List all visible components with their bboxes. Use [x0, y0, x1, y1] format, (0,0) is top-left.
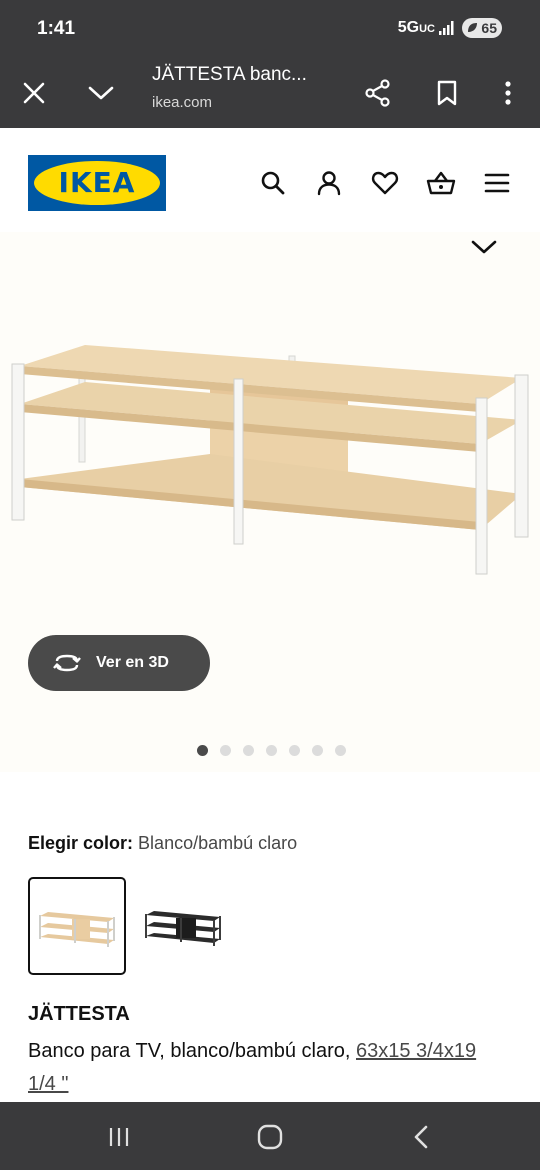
network-label: 5GUC: [398, 19, 435, 37]
chevron-down-icon[interactable]: [470, 236, 498, 258]
recent-apps-icon: [109, 1128, 129, 1146]
back-icon: [414, 1125, 428, 1149]
carousel-dot[interactable]: [289, 745, 300, 756]
tv-bench-illustration: [11, 345, 529, 575]
network-sub: UC: [419, 23, 435, 35]
signal-icon: [439, 21, 454, 35]
more-options-button[interactable]: [488, 73, 528, 113]
user-icon: [317, 171, 341, 196]
page-title: JÄTTESTA banc...: [152, 64, 307, 85]
hamburger-menu-icon: [484, 173, 510, 193]
status-indicators: 5GUC 65: [398, 18, 502, 38]
bookmark-icon: [437, 80, 457, 106]
swatch-image-black: [145, 911, 221, 946]
expand-button[interactable]: [81, 73, 121, 113]
system-navigation-bar: [0, 1102, 540, 1170]
carousel-dot[interactable]: [335, 745, 346, 756]
view-3d-label: Ver en 3D: [96, 654, 169, 671]
carousel-dot[interactable]: [312, 745, 323, 756]
home-icon: [257, 1124, 283, 1150]
swatch-image-white-bamboo: [39, 912, 115, 947]
color-swatch-black[interactable]: [132, 877, 230, 975]
logo-text: IKEA: [58, 166, 136, 199]
search-button[interactable]: [258, 168, 288, 198]
network-type: 5G: [397, 19, 420, 36]
status-bar: 1:41 5GUC 65: [0, 0, 540, 58]
color-swatch-white-bamboo[interactable]: [28, 877, 126, 975]
product-description-text: Banco para TV, blanco/bambú claro,: [28, 1040, 351, 1062]
rotate-3d-icon: [53, 654, 81, 672]
carousel-indicator: [197, 745, 346, 756]
carousel-dot[interactable]: [243, 745, 254, 756]
back-button[interactable]: [404, 1120, 438, 1154]
chevron-down-icon: [88, 86, 114, 100]
account-button[interactable]: [314, 168, 344, 198]
carousel-dot[interactable]: [220, 745, 231, 756]
favorites-button[interactable]: [370, 168, 400, 198]
ikea-logo[interactable]: IKEA: [28, 155, 166, 211]
basket-icon: [426, 171, 456, 195]
carousel-dot[interactable]: [266, 745, 277, 756]
heart-icon: [371, 171, 399, 195]
bookmark-button[interactable]: [427, 73, 467, 113]
cart-button[interactable]: [426, 168, 456, 198]
color-label-title: Elegir color:: [28, 833, 134, 853]
site-header: IKEA: [0, 128, 540, 232]
search-icon: [261, 171, 285, 195]
page-url: ikea.com: [152, 94, 213, 111]
home-button[interactable]: [253, 1120, 287, 1154]
battery-icon: 65: [462, 18, 502, 38]
product-name: JÄTTESTA: [28, 1003, 130, 1025]
close-icon: [23, 82, 45, 104]
product-description: Banco para TV, blanco/bambú claro, 63x15…: [28, 1035, 508, 1101]
power-saving-icon: [468, 23, 477, 32]
share-icon: [365, 79, 390, 107]
view-3d-button[interactable]: Ver en 3D: [28, 635, 210, 691]
battery-level: 65: [481, 20, 497, 36]
more-vertical-icon: [505, 81, 511, 105]
color-label-value: Blanco/bambú claro: [138, 833, 298, 853]
color-selector-label: Elegir color: Blanco/bambú claro: [28, 833, 297, 854]
share-button[interactable]: [358, 73, 398, 113]
recent-apps-button[interactable]: [102, 1120, 136, 1154]
product-image[interactable]: [0, 232, 540, 772]
screen: 1:41 5GUC 65 JÄTTESTA banc... ikea.com I…: [0, 0, 540, 1170]
menu-button[interactable]: [482, 168, 512, 198]
close-tab-button[interactable]: [14, 73, 54, 113]
status-time: 1:41: [37, 18, 76, 39]
carousel-dot[interactable]: [197, 745, 208, 756]
